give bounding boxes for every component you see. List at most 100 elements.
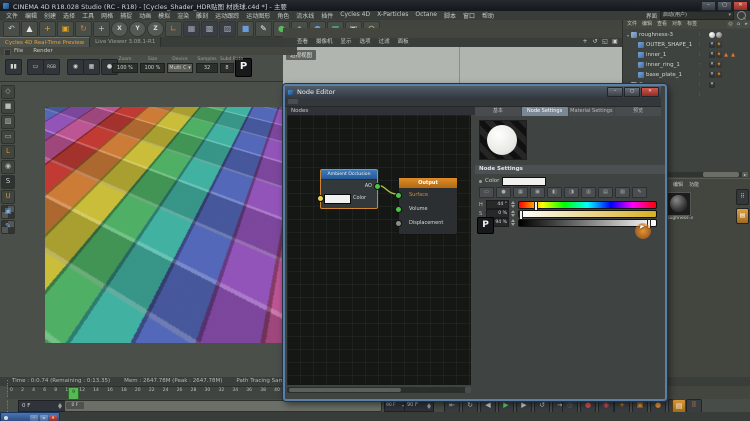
viewport-orbit-icon[interactable]: ↺ <box>591 38 599 46</box>
slider-value[interactable]: 44 ° <box>486 200 509 209</box>
viewport-menu-item[interactable]: 摄像机 <box>316 38 333 47</box>
output-node[interactable]: Output SurfaceVolumeDisplacement <box>398 177 458 235</box>
lock-y-icon[interactable]: Y <box>129 21 146 37</box>
previous-frame-button[interactable]: ◀ <box>480 399 496 413</box>
primitive-cube-icon[interactable]: ■ <box>237 21 254 37</box>
render-queue-icon[interactable]: ▨ <box>219 21 236 37</box>
search-icon[interactable] <box>737 11 746 20</box>
slider-track[interactable] <box>518 210 657 218</box>
range-spinner[interactable] <box>427 401 432 411</box>
x-tag[interactable]: ✕ <box>709 62 715 68</box>
loop-button[interactable]: ↺ <box>534 399 550 413</box>
viewport-zoom-icon[interactable]: ◱ <box>601 38 609 46</box>
object-manager-tool-icon[interactable]: ⌂ <box>735 21 742 28</box>
tab-node-settings[interactable]: Node Settings <box>522 107 568 116</box>
preview-menu-item[interactable]: Render <box>33 47 53 55</box>
ao-output-port[interactable] <box>374 183 381 190</box>
slider-spinner[interactable] <box>511 219 516 226</box>
c4-tag[interactable]: ◈ <box>716 42 722 48</box>
cycle-mode-button[interactable]: ↻ <box>462 399 478 413</box>
warn-tag[interactable]: ▲ <box>723 52 729 58</box>
node-canvas[interactable]: Ambient Occlusion AO Color Output Surfac… <box>287 115 471 385</box>
c4-tag[interactable]: ◈ <box>716 52 722 58</box>
preview-field-device[interactable]: DeviceMulti C ▾ <box>167 56 193 73</box>
viewport-pan-icon[interactable]: + <box>581 38 589 46</box>
preview-field-samples[interactable]: Samples32 <box>196 56 218 73</box>
visibility-dots[interactable]: ∶ <box>699 92 709 98</box>
menu-item[interactable]: Octane <box>415 11 437 20</box>
menu-item[interactable]: 网格 <box>101 11 113 20</box>
menu-item[interactable]: 流水线 <box>296 11 314 20</box>
fit-screen-button[interactable]: ▭ <box>27 59 44 75</box>
canvas-hscroll-button[interactable] <box>465 387 471 393</box>
spectrum-icon[interactable]: ▦ <box>513 187 528 198</box>
enable-axis-icon[interactable]: ◉ <box>1 160 15 174</box>
menu-item[interactable]: 工具 <box>82 11 94 20</box>
object-manager-menu-item[interactable]: 查看 <box>657 20 667 29</box>
mini-close-button[interactable]: ✕ <box>49 415 57 421</box>
rgb-mode-icon[interactable]: ◧ <box>547 187 562 198</box>
record-selected-button[interactable]: ◉ <box>598 399 614 413</box>
lock-x-icon[interactable]: X <box>111 21 128 37</box>
ao-color-swatch[interactable] <box>324 194 351 204</box>
menu-item[interactable]: 角色 <box>277 11 289 20</box>
object-row[interactable]: base_plate_1∶✕◈ <box>623 70 750 80</box>
object-manager-tool-icon[interactable]: ◎ <box>727 21 734 28</box>
coord-system-icon[interactable]: ∟ <box>165 21 182 37</box>
close-button[interactable]: ✕ <box>733 1 748 11</box>
render-settings-icon[interactable]: ▩ <box>201 21 218 37</box>
object-name[interactable]: OUTER_SHAPE_1 <box>646 42 692 48</box>
visibility-dots[interactable]: ∶ <box>699 82 709 88</box>
kelvin-mode-icon[interactable]: ▥ <box>581 187 596 198</box>
viewport-menu-item[interactable]: 过滤 <box>379 38 390 47</box>
preview-tab[interactable]: Live Viewer 3.08.1-R1 <box>90 37 161 47</box>
viewport-menu-item[interactable]: 显示 <box>341 38 352 47</box>
last-tool-icon[interactable]: + <box>93 21 110 37</box>
field-value[interactable]: 32 <box>196 63 218 73</box>
range-preset-dropdown[interactable]: 90 F▾ <box>384 400 405 412</box>
tab-material-settings[interactable]: Material Settings <box>569 107 615 116</box>
rotate-icon[interactable]: ↻ <box>75 21 92 37</box>
next-frame-button[interactable]: ▶ <box>516 399 532 413</box>
menu-item[interactable]: 运动跟踪 <box>215 11 239 20</box>
autokey-button[interactable]: ● <box>580 399 596 413</box>
slider-track[interactable] <box>518 201 657 209</box>
current-frame-field[interactable]: 0 F <box>18 400 65 412</box>
object-manager-tool-icon[interactable]: ▸ <box>743 21 750 28</box>
menu-item[interactable]: 窗口 <box>463 11 475 20</box>
swatches-icon[interactable]: ▧ <box>615 187 630 198</box>
object-row[interactable]: OUTER_SHAPE_1∶✕◈ <box>623 40 750 50</box>
power-slider[interactable]: 0 F <box>64 400 382 412</box>
color-wheel-icon[interactable]: ● <box>496 187 511 198</box>
slider-spinner[interactable] <box>511 210 516 217</box>
visibility-dots[interactable]: ∶ <box>699 52 709 58</box>
ao-node-title[interactable]: Ambient Occlusion <box>321 170 377 180</box>
eyedropper-icon[interactable]: ✎ <box>632 187 647 198</box>
menu-item[interactable]: X-Particles <box>377 11 408 20</box>
maximize-button[interactable]: ▢ <box>717 1 732 11</box>
menu-item[interactable]: 脚本 <box>444 11 456 20</box>
c4-tag[interactable]: ◈ <box>716 62 722 68</box>
ne-minimize-button[interactable]: – <box>607 87 623 97</box>
move-icon[interactable]: + <box>39 21 56 37</box>
browser-panel-icon[interactable]: ⠿ <box>736 189 749 205</box>
texture-mode-icon[interactable]: ▨ <box>1 115 15 129</box>
viewport-solo-icon[interactable]: ▣ <box>1 205 15 219</box>
model-mode-icon[interactable]: ■ <box>1 100 15 114</box>
preview-menu-item[interactable]: File <box>14 47 23 55</box>
scrollbar-right-icon[interactable]: ▸ <box>742 172 748 177</box>
ne-maximize-button[interactable]: ▢ <box>624 87 640 97</box>
field-value[interactable]: 100 % <box>112 63 138 73</box>
c4-tag[interactable]: ◈ <box>716 72 722 78</box>
viewport-menu-item[interactable]: 面板 <box>398 38 409 47</box>
object-manager-menu-item[interactable]: 文件 <box>627 20 637 29</box>
snap-icon[interactable]: S <box>1 175 15 189</box>
compact-mode-icon[interactable]: ▭ <box>479 187 494 198</box>
object-row[interactable]: inner_ring_1∶✕◈ <box>623 60 750 70</box>
menu-item[interactable]: 文件 <box>6 11 18 20</box>
input-port[interactable] <box>395 220 402 227</box>
input-port[interactable] <box>395 192 402 199</box>
object-name[interactable]: inner_ring_1 <box>646 62 680 68</box>
object-name[interactable]: roughness-3 <box>639 32 673 38</box>
range-end-field[interactable]: 90 F <box>404 400 434 412</box>
